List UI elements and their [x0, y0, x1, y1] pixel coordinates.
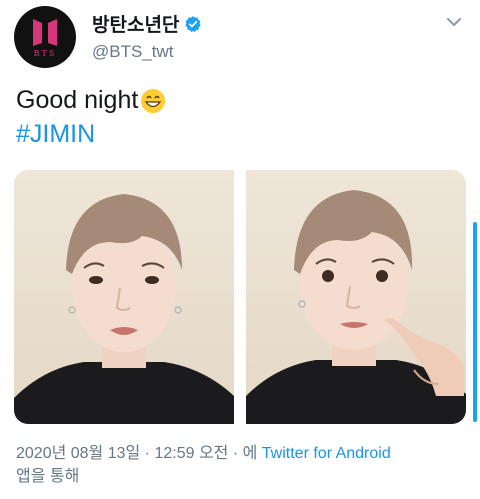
- display-name[interactable]: 방탄소년단: [92, 10, 179, 37]
- author-name-row: 방탄소년단: [92, 10, 202, 37]
- grinning-face-emoji-icon: [141, 88, 166, 113]
- tweet-timestamp[interactable]: 2020년 08월 13일 · 12:59 오전 · 에: [16, 445, 257, 462]
- scrollbar[interactable]: [473, 222, 477, 422]
- user-handle[interactable]: @BTS_twt: [92, 42, 174, 62]
- avatar-logo-text: BTS: [33, 48, 57, 58]
- tweet-photo-2[interactable]: [246, 170, 466, 424]
- photo-2-image: [246, 170, 466, 424]
- source-app-link[interactable]: Twitter for Android: [262, 445, 391, 462]
- source-suffix: 앱을 통해: [16, 468, 80, 485]
- verified-badge-icon: [185, 15, 202, 32]
- tweet-text-body: Good night: [16, 86, 139, 114]
- hashtag-link[interactable]: #JIMIN: [16, 120, 95, 149]
- tweet-card: BTS 방탄소년단 @BTS_twt Good night #JIMIN 202…: [0, 0, 480, 499]
- photo-1-image: [14, 170, 234, 424]
- bts-logo-icon: [33, 18, 57, 46]
- tweet-text: Good night: [16, 86, 166, 115]
- chevron-down-icon[interactable]: [444, 12, 464, 32]
- tweet-photo-1[interactable]: [14, 170, 234, 424]
- avatar[interactable]: BTS: [14, 6, 76, 68]
- tweet-meta: 2020년 08월 13일 · 12:59 오전 · 에 Twitter for…: [16, 442, 456, 488]
